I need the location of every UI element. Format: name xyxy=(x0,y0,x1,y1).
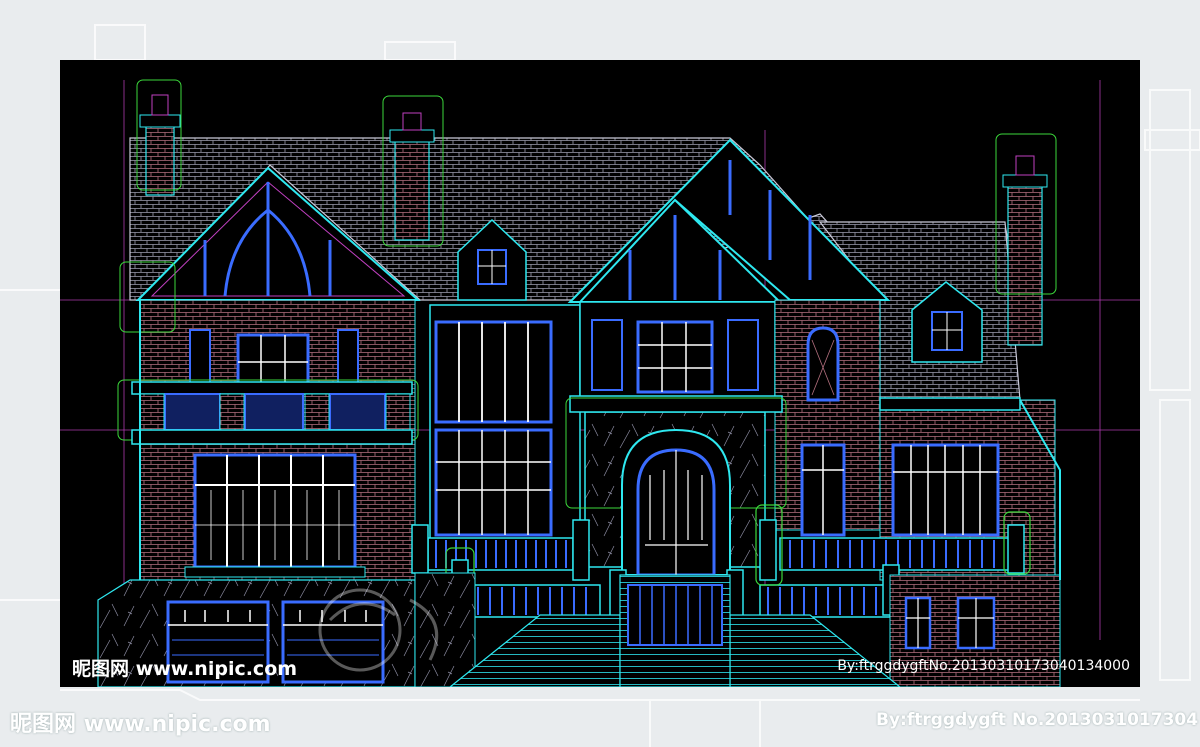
watermark-site-url-outer: www.nipic.com xyxy=(83,712,271,737)
watermark-site-cn-outer: 昵图网 xyxy=(10,712,77,737)
watermark-stamp xyxy=(318,588,439,672)
watermark-logo-outer: 昵图网 www.nipic.com xyxy=(10,706,271,738)
watermark-site-url: www.nipic.com xyxy=(135,658,298,680)
center-tall-windows xyxy=(434,320,553,537)
left-balcony xyxy=(117,379,419,445)
watermark-logo-inner: 昵图网 www.nipic.com xyxy=(72,654,297,681)
entry-door xyxy=(621,428,731,577)
watermark-id-outer: By:ftrggdygft No.2013031017304 xyxy=(876,710,1199,730)
house-elevation xyxy=(60,79,1140,687)
left-lower-window xyxy=(184,453,366,578)
cad-elevation-drawing: 昵图网 www.nipic.com By:ftrggdygftNo.201303… xyxy=(60,60,1140,687)
watermark-id-inner: By:ftrggdygftNo.20130310173040134000 xyxy=(837,658,1130,674)
watermark-site-cn: 昵图网 xyxy=(72,658,130,680)
watermark-author: By:ftrggdygft xyxy=(837,658,929,674)
watermark-number: No.20130310173040134000 xyxy=(928,658,1130,674)
